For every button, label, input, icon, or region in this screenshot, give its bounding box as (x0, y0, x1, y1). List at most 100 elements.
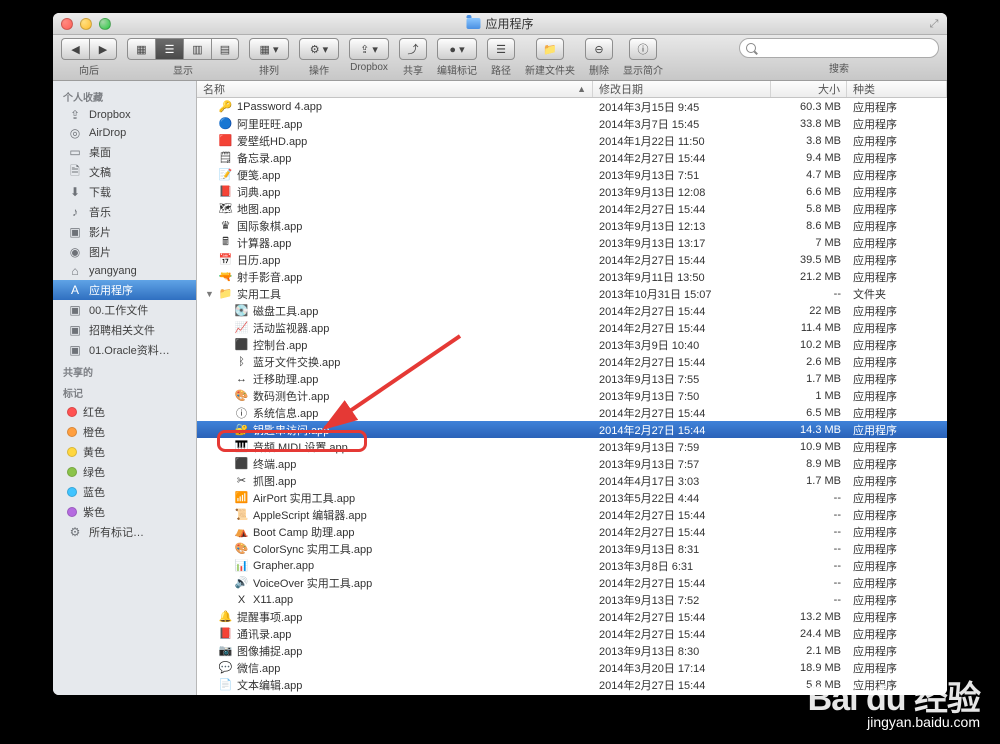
file-date: 2013年9月11日 13:50 (593, 269, 771, 285)
table-row[interactable]: 📕通讯录.app2014年2月27日 15:4424.4 MB应用程序 (197, 625, 947, 642)
table-row[interactable]: 🔊VoiceOver 实用工具.app2014年2月27日 15:44--应用程… (197, 574, 947, 591)
table-row[interactable]: ᛒ蓝牙文件交换.app2014年2月27日 15:442.6 MB应用程序 (197, 353, 947, 370)
path-button[interactable]: ☰ (487, 38, 515, 60)
column-view-button[interactable]: ▥ (183, 38, 211, 60)
sidebar-item[interactable]: ◉图片 (53, 242, 196, 262)
table-row[interactable]: 🔵阿里旺旺.app2014年3月7日 15:4533.8 MB应用程序 (197, 115, 947, 132)
tag-item[interactable]: 橙色 (53, 422, 196, 442)
search-input[interactable] (760, 42, 932, 54)
disclosure-triangle[interactable]: ▼ (205, 289, 214, 299)
table-row[interactable]: 🔫射手影音.app2013年9月11日 13:5021.2 MB应用程序 (197, 268, 947, 285)
table-row[interactable]: 📶AirPort 实用工具.app2013年5月22日 4:44--应用程序 (197, 489, 947, 506)
table-row[interactable]: 📈活动监视器.app2014年2月27日 15:4411.4 MB应用程序 (197, 319, 947, 336)
fullscreen-button[interactable]: ⤢ (927, 17, 941, 31)
delete-button[interactable]: ⊖ (585, 38, 613, 60)
tag-item[interactable]: 紫色 (53, 502, 196, 522)
dropbox-button[interactable]: ⇪ ▾ (349, 38, 389, 60)
col-size[interactable]: 大小 (771, 81, 847, 97)
zoom-button[interactable] (99, 18, 111, 30)
tag-item[interactable]: 红色 (53, 402, 196, 422)
sidebar-item[interactable]: ▣01.Oracle资料… (53, 340, 196, 360)
file-list[interactable]: 🔑1Password 4.app2014年3月15日 9:4560.3 MB应用… (197, 98, 947, 695)
sidebar-item[interactable]: ▭桌面 (53, 142, 196, 162)
table-row[interactable]: 🖩计算器.app2013年9月13日 13:177 MB应用程序 (197, 234, 947, 251)
table-row[interactable]: 🔑1Password 4.app2014年3月15日 9:4560.3 MB应用… (197, 98, 947, 115)
table-row[interactable]: ↔迁移助理.app2013年9月13日 7:551.7 MB应用程序 (197, 370, 947, 387)
titlebar[interactable]: 应用程序 ⤢ (53, 13, 947, 35)
sidebar-item[interactable]: ▣招聘相关文件 (53, 320, 196, 340)
table-row[interactable]: 🔐钥匙串访问.app2014年2月27日 15:4414.3 MB应用程序 (197, 421, 947, 438)
file-date: 2014年2月27日 15:44 (593, 609, 771, 625)
file-kind: 应用程序 (847, 507, 947, 523)
table-row[interactable]: 📜AppleScript 编辑器.app2014年2月27日 15:44--应用… (197, 506, 947, 523)
sidebar-item[interactable]: ⌂yangyang (53, 262, 196, 280)
icon-view-button[interactable]: ▦ (127, 38, 155, 60)
table-row[interactable]: 📷图像捕捉.app2013年9月13日 8:302.1 MB应用程序 (197, 642, 947, 659)
coverflow-view-button[interactable]: ▤ (211, 38, 239, 60)
file-date: 2013年9月13日 7:51 (593, 167, 771, 183)
table-row[interactable]: 🗺地图.app2014年2月27日 15:445.8 MB应用程序 (197, 200, 947, 217)
close-button[interactable] (61, 18, 73, 30)
list-view-button[interactable]: ☰ (155, 38, 183, 60)
file-icon: 📁 (218, 286, 233, 301)
sidebar-item[interactable]: ♪音乐 (53, 202, 196, 222)
col-name[interactable]: 名称▲ (197, 81, 593, 97)
sidebar-item[interactable]: 🗎文稿 (53, 162, 196, 182)
table-row[interactable]: 🎨数码测色计.app2013年9月13日 7:501 MB应用程序 (197, 387, 947, 404)
tag-item[interactable]: 黄色 (53, 442, 196, 462)
minimize-button[interactable] (80, 18, 92, 30)
tag-item[interactable]: 蓝色 (53, 482, 196, 502)
action-button[interactable]: ⚙ ▾ (299, 38, 339, 60)
table-row[interactable]: ⛺Boot Camp 助理.app2014年2月27日 15:44--应用程序 (197, 523, 947, 540)
tags-button[interactable]: ● ▾ (437, 38, 477, 60)
new-folder-button[interactable]: 📁 (536, 38, 564, 60)
file-name: 钥匙串访问.app (253, 422, 329, 438)
file-date: 2014年2月27日 15:44 (593, 354, 771, 370)
table-row[interactable]: ⬛控制台.app2013年3月9日 10:4010.2 MB应用程序 (197, 336, 947, 353)
back-button[interactable]: ◀ (61, 38, 89, 60)
table-row[interactable]: 📊Grapher.app2013年3月8日 6:31--应用程序 (197, 557, 947, 574)
get-info-button[interactable]: ⓘ (629, 38, 657, 60)
file-size: 1.7 MB (771, 475, 847, 487)
table-row[interactable]: 📅日历.app2014年2月27日 15:4439.5 MB应用程序 (197, 251, 947, 268)
sidebar-icon: ⬇ (67, 185, 83, 199)
sidebar-item[interactable]: A应用程序 (53, 280, 196, 300)
sidebar-item[interactable]: ◎AirDrop (53, 124, 196, 142)
file-name: 抓图.app (253, 473, 296, 489)
share-button[interactable]: ⤴ (399, 38, 427, 60)
table-row[interactable]: XX11.app2013年9月13日 7:52--应用程序 (197, 591, 947, 608)
col-kind[interactable]: 种类 (847, 81, 947, 97)
all-tags[interactable]: ⚙ 所有标记… (53, 522, 196, 542)
file-icon: 📄 (218, 677, 233, 692)
sidebar-item[interactable]: ▣影片 (53, 222, 196, 242)
table-row[interactable]: 🎨ColorSync 实用工具.app2013年9月13日 8:31--应用程序 (197, 540, 947, 557)
sidebar-item-label: 图片 (89, 244, 111, 260)
table-row[interactable]: ⓘ系统信息.app2014年2月27日 15:446.5 MB应用程序 (197, 404, 947, 421)
table-row[interactable]: ✂抓图.app2014年4月17日 3:031.7 MB应用程序 (197, 472, 947, 489)
table-row[interactable]: 🟥爱壁纸HD.app2014年1月22日 11:503.8 MB应用程序 (197, 132, 947, 149)
col-date[interactable]: 修改日期 (593, 81, 771, 97)
table-row[interactable]: 💽磁盘工具.app2014年2月27日 15:4422 MB应用程序 (197, 302, 947, 319)
tag-item[interactable]: 绿色 (53, 462, 196, 482)
file-date: 2014年2月27日 15:44 (593, 677, 771, 693)
table-row[interactable]: ♛国际象棋.app2013年9月13日 12:138.6 MB应用程序 (197, 217, 947, 234)
table-row[interactable]: ⬛终端.app2013年9月13日 7:578.9 MB应用程序 (197, 455, 947, 472)
sidebar-item[interactable]: ⬇下载 (53, 182, 196, 202)
sidebar-item[interactable]: ⇪Dropbox (53, 106, 196, 124)
file-kind: 应用程序 (847, 490, 947, 506)
table-row[interactable]: 📕词典.app2013年9月13日 12:086.6 MB应用程序 (197, 183, 947, 200)
arrange-button[interactable]: ▦ ▾ (249, 38, 289, 60)
table-row[interactable]: 🔔提醒事项.app2014年2月27日 15:4413.2 MB应用程序 (197, 608, 947, 625)
file-icon: 📕 (218, 626, 233, 641)
table-row[interactable]: 🗒备忘录.app2014年2月27日 15:449.4 MB应用程序 (197, 149, 947, 166)
file-kind: 应用程序 (847, 218, 947, 234)
table-row[interactable]: ▼📁实用工具2013年10月31日 15:07--文件夹 (197, 285, 947, 302)
file-icon: 🔊 (234, 575, 249, 590)
table-row[interactable]: 📝便笺.app2013年9月13日 7:514.7 MB应用程序 (197, 166, 947, 183)
nav-group: ◀ ▶ 向后 (61, 38, 117, 77)
sidebar-item[interactable]: ▣00.工作文件 (53, 300, 196, 320)
forward-button[interactable]: ▶ (89, 38, 117, 60)
search-field[interactable] (739, 38, 939, 58)
table-row[interactable]: 🎹音频 MIDI 设置.app2013年9月13日 7:5910.9 MB应用程… (197, 438, 947, 455)
tag-dot (67, 427, 77, 437)
